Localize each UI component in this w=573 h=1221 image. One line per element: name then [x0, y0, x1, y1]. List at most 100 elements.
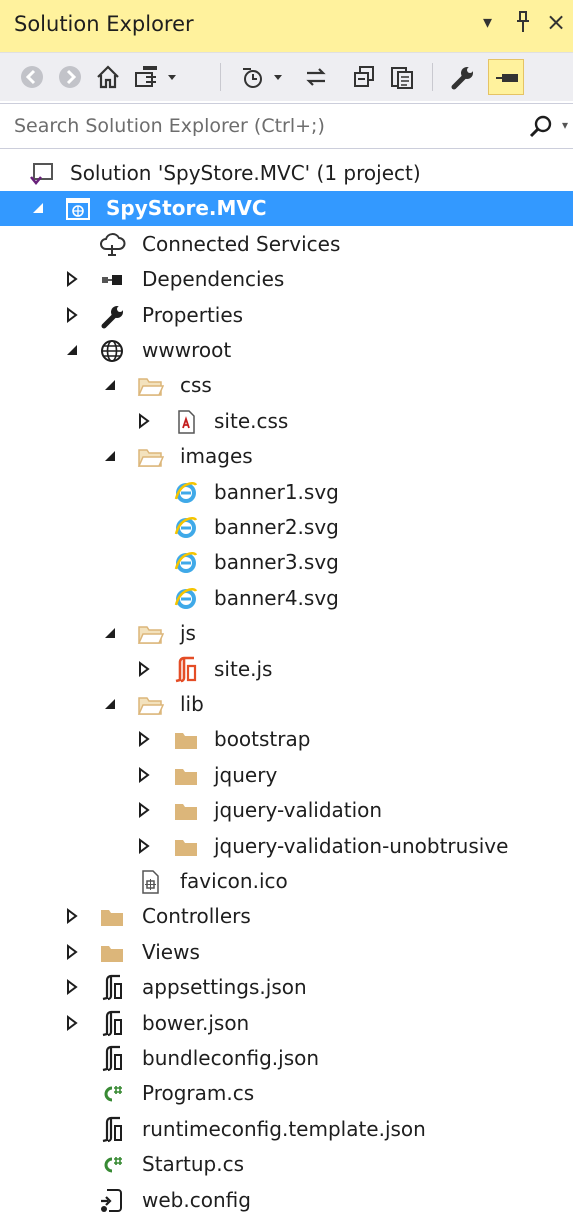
- folder-open-icon: [136, 620, 165, 648]
- tree-item-label: wwwroot: [142, 338, 232, 362]
- collapsed-arrow-icon[interactable]: [134, 765, 154, 785]
- search-options-dropdown-icon[interactable]: ▾: [562, 118, 568, 132]
- sync-arrows-icon: [306, 68, 326, 86]
- tree-item-lib[interactable]: lib: [0, 687, 573, 722]
- tree-item-connected-services[interactable]: Connected Services: [0, 227, 573, 262]
- tree-item-webconfig[interactable]: web.config: [0, 1183, 573, 1218]
- tree-item-label: Program.cs: [142, 1081, 255, 1105]
- collapsed-arrow-icon[interactable]: [62, 906, 82, 926]
- show-all-files-button[interactable]: [384, 59, 420, 95]
- window-dropdown-icon[interactable]: ▾: [483, 12, 492, 33]
- collapsed-arrow-icon[interactable]: [62, 977, 82, 997]
- tree-item-properties[interactable]: Properties: [0, 298, 573, 333]
- tree-item-banner3[interactable]: banner3.svg: [0, 545, 573, 580]
- wrench-icon: [98, 302, 126, 330]
- home-button[interactable]: [90, 59, 126, 95]
- expanded-arrow-icon[interactable]: [28, 198, 48, 218]
- tree-item-banner4[interactable]: banner4.svg: [0, 581, 573, 616]
- tree-item-site-js[interactable]: site.js: [0, 652, 573, 687]
- tree-item-js[interactable]: js: [0, 616, 573, 651]
- tree-item-runtimeconfig[interactable]: runtimeconfig.template.json: [0, 1112, 573, 1147]
- expanded-arrow-icon[interactable]: [100, 375, 120, 395]
- show-all-files-icon: [391, 67, 413, 89]
- css-file-icon: [172, 408, 200, 436]
- expanded-arrow-icon[interactable]: [100, 694, 120, 714]
- solution-explorer-toolbar: [0, 52, 573, 101]
- connected-services-icon: [98, 231, 126, 259]
- tree-item-wwwroot[interactable]: wwwroot: [0, 333, 573, 368]
- wrench-icon: [451, 67, 473, 90]
- collapsed-arrow-icon[interactable]: [134, 836, 154, 856]
- js-file-icon: [172, 656, 200, 684]
- dependencies-icon: [98, 266, 126, 294]
- csharp-file-icon: [98, 1151, 126, 1179]
- tree-item-images[interactable]: images: [0, 439, 573, 474]
- tree-item-label: banner3.svg: [214, 550, 339, 574]
- tree-item-label: banner4.svg: [214, 586, 339, 610]
- tree-item-program[interactable]: Program.cs: [0, 1076, 573, 1111]
- tree-item-jquery-validation[interactable]: jquery-validation: [0, 793, 573, 828]
- collapsed-arrow-icon[interactable]: [62, 942, 82, 962]
- tree-item-css[interactable]: css: [0, 368, 573, 403]
- folder-icon: [98, 903, 126, 931]
- ico-file-icon: [136, 868, 164, 896]
- tree-item-banner1[interactable]: banner1.svg: [0, 475, 573, 510]
- forward-button[interactable]: [52, 59, 88, 95]
- tree-item-label: site.js: [214, 657, 273, 681]
- collapse-all-icon: [354, 66, 374, 87]
- tree-item-jquery[interactable]: jquery: [0, 758, 573, 793]
- expanded-arrow-icon[interactable]: [100, 623, 120, 643]
- sync-active-document-button[interactable]: [298, 59, 334, 95]
- tree-item-label: banner2.svg: [214, 515, 339, 539]
- tree-item-label: Connected Services: [142, 232, 341, 256]
- tree-item-label: Dependencies: [142, 267, 285, 291]
- collapsed-arrow-icon[interactable]: [62, 269, 82, 289]
- tree-item-label: web.config: [142, 1188, 251, 1212]
- switch-views-icon: [135, 66, 176, 87]
- switch-views-button[interactable]: [130, 59, 182, 95]
- pending-changes-filter-button[interactable]: [236, 59, 288, 95]
- collapsed-arrow-icon[interactable]: [134, 659, 154, 679]
- tree-item-controllers[interactable]: Controllers: [0, 899, 573, 934]
- tree-item-bundleconfig[interactable]: bundleconfig.json: [0, 1041, 573, 1076]
- properties-button[interactable]: [444, 59, 480, 95]
- collapse-all-button[interactable]: [346, 59, 382, 95]
- tree-item-project[interactable]: SpyStore.MVC: [0, 191, 573, 226]
- panel-title: Solution Explorer: [14, 12, 194, 36]
- collapsed-arrow-icon[interactable]: [62, 305, 82, 325]
- tree-item-appsettings[interactable]: appsettings.json: [0, 970, 573, 1005]
- collapsed-arrow-icon[interactable]: [134, 411, 154, 431]
- tree-item-label: bootstrap: [214, 727, 311, 751]
- globe-icon: [98, 337, 126, 365]
- expanded-arrow-icon[interactable]: [62, 340, 82, 360]
- tree-item-views[interactable]: Views: [0, 935, 573, 970]
- tree-item-startup[interactable]: Startup.cs: [0, 1147, 573, 1182]
- preview-selected-button[interactable]: [488, 59, 524, 95]
- tree-item-dependencies[interactable]: Dependencies: [0, 262, 573, 297]
- tree-item-favicon[interactable]: favicon.ico: [0, 864, 573, 899]
- toolbar-separator: [432, 63, 433, 91]
- tree-item-solution[interactable]: Solution 'SpyStore.MVC' (1 project): [0, 156, 573, 191]
- collapsed-arrow-icon[interactable]: [134, 729, 154, 749]
- pin-icon[interactable]: [514, 10, 532, 39]
- tree-item-banner2[interactable]: banner2.svg: [0, 510, 573, 545]
- tree-item-label: Properties: [142, 303, 244, 327]
- back-button[interactable]: [14, 59, 50, 95]
- search-icon[interactable]: [528, 114, 554, 144]
- clock-icon: [243, 68, 282, 88]
- close-icon[interactable]: ×: [546, 8, 566, 36]
- folder-icon: [172, 726, 200, 754]
- folder-open-icon: [136, 691, 165, 719]
- collapsed-arrow-icon[interactable]: [62, 1013, 82, 1033]
- tree-item-bootstrap[interactable]: bootstrap: [0, 722, 573, 757]
- folder-icon: [172, 762, 200, 790]
- collapsed-arrow-icon[interactable]: [134, 800, 154, 820]
- svg-file-icon: [172, 514, 200, 542]
- tree-item-jquery-validation-unobtrusive[interactable]: jquery-validation-unobtrusive: [0, 829, 573, 864]
- tree-item-bower[interactable]: bower.json: [0, 1006, 573, 1041]
- forward-circle-icon: [59, 66, 81, 88]
- search-input[interactable]: [6, 110, 532, 142]
- tree-item-site-css[interactable]: site.css: [0, 404, 573, 439]
- tree-item-label: bundleconfig.json: [142, 1046, 320, 1070]
- expanded-arrow-icon[interactable]: [100, 446, 120, 466]
